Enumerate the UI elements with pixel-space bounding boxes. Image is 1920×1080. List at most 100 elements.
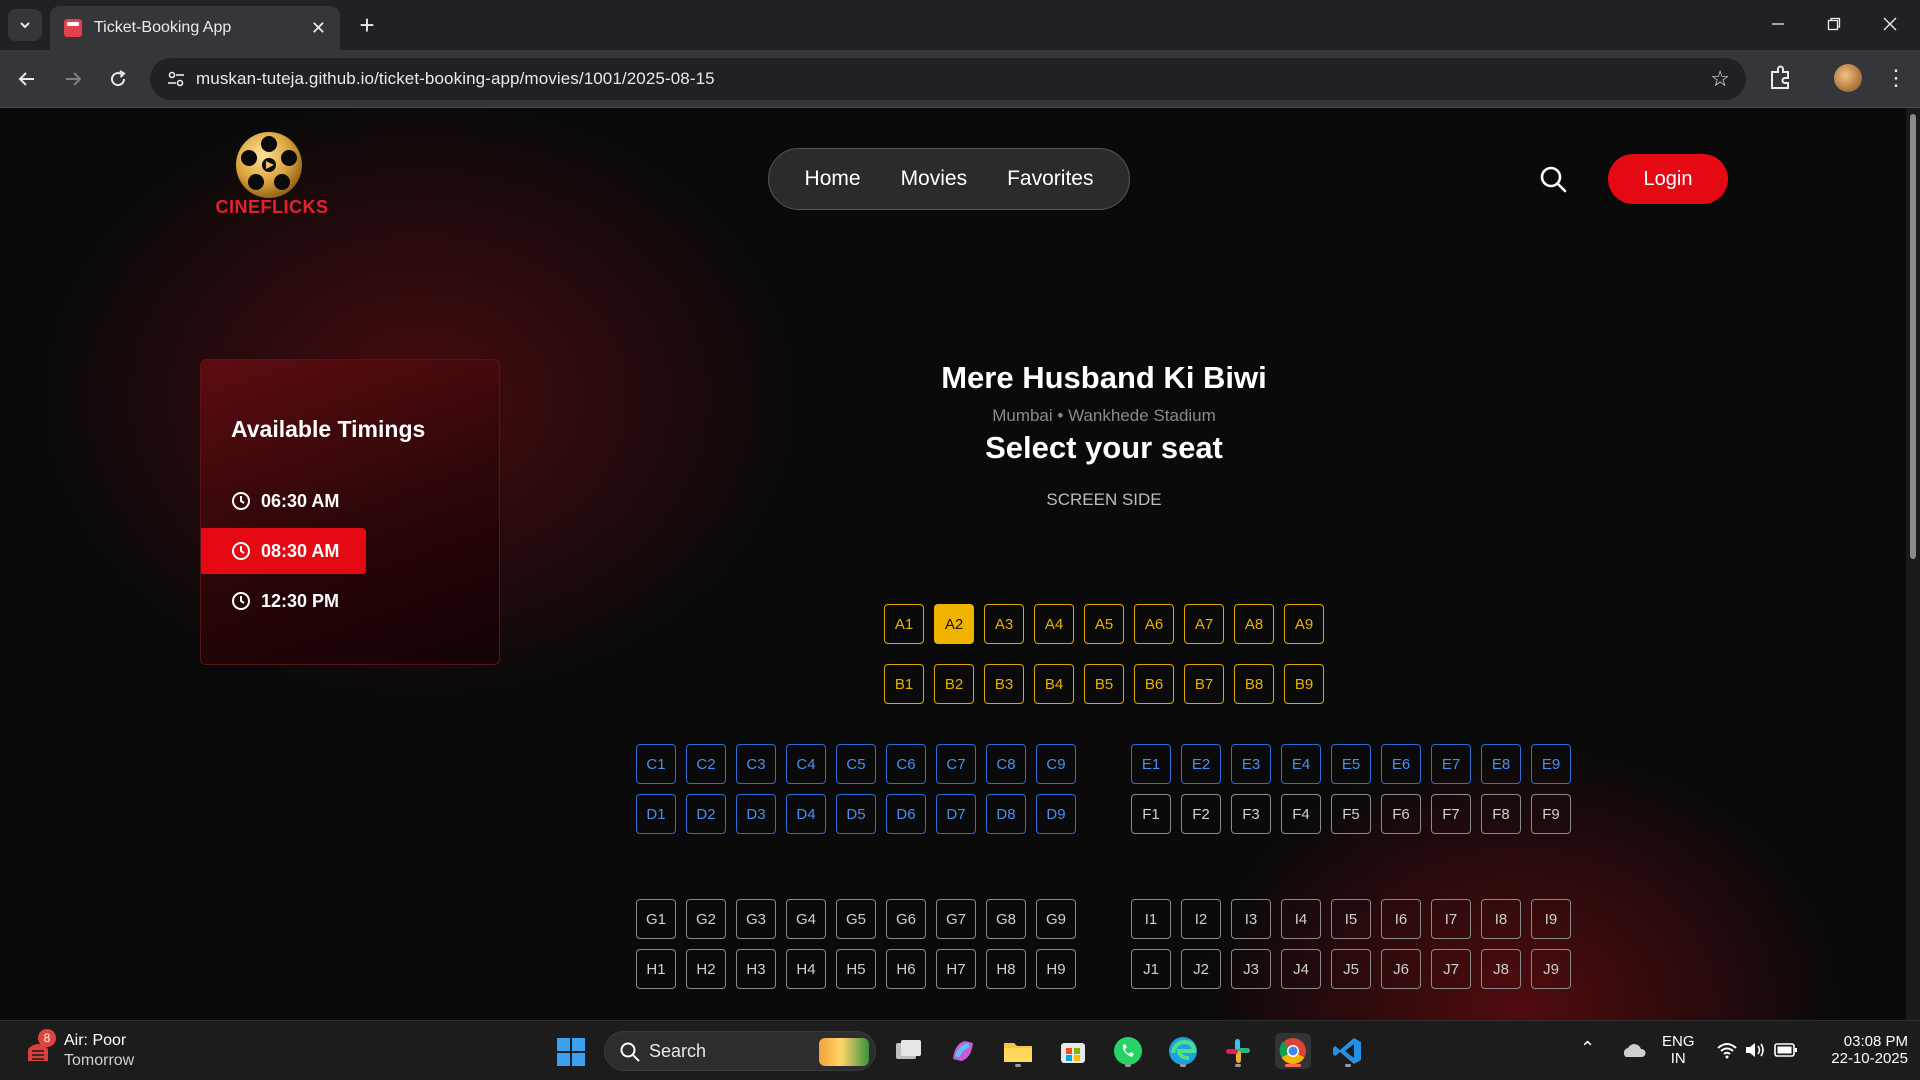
extensions-icon[interactable] xyxy=(1766,64,1794,92)
cineflicks-logo[interactable]: CINEFLICKS xyxy=(212,130,332,217)
seat[interactable]: H1 xyxy=(636,949,676,989)
seat-selected[interactable]: A2 xyxy=(934,604,974,644)
star-icon[interactable]: ☆ xyxy=(1710,66,1730,92)
seat[interactable]: D9 xyxy=(1036,794,1076,834)
seat[interactable]: C3 xyxy=(736,744,776,784)
file-explorer-button[interactable] xyxy=(1000,1033,1036,1069)
seat[interactable]: J6 xyxy=(1381,949,1421,989)
seat[interactable]: G4 xyxy=(786,899,826,939)
seat[interactable]: E2 xyxy=(1181,744,1221,784)
seat[interactable]: I7 xyxy=(1431,899,1471,939)
seat[interactable]: J9 xyxy=(1531,949,1571,989)
seat[interactable]: G7 xyxy=(936,899,976,939)
seat[interactable]: J1 xyxy=(1131,949,1171,989)
minimize-button[interactable] xyxy=(1750,8,1806,40)
slack-button[interactable] xyxy=(1220,1033,1256,1069)
seat[interactable]: A9 xyxy=(1284,604,1324,644)
seat[interactable]: A6 xyxy=(1134,604,1174,644)
seat[interactable]: H6 xyxy=(886,949,926,989)
volume-icon[interactable] xyxy=(1744,1041,1766,1059)
seat[interactable]: I9 xyxy=(1531,899,1571,939)
seat[interactable]: F6 xyxy=(1381,794,1421,834)
seat[interactable]: J7 xyxy=(1431,949,1471,989)
nav-favorites[interactable]: Favorites xyxy=(1007,167,1093,191)
weather-status[interactable]: Air: Poor xyxy=(64,1032,126,1050)
vscode-button[interactable] xyxy=(1330,1033,1366,1069)
seat[interactable]: D2 xyxy=(686,794,726,834)
seat[interactable]: B9 xyxy=(1284,664,1324,704)
seat[interactable]: B6 xyxy=(1134,664,1174,704)
seat[interactable]: F4 xyxy=(1281,794,1321,834)
seat[interactable]: I2 xyxy=(1181,899,1221,939)
seat[interactable]: G1 xyxy=(636,899,676,939)
seat[interactable]: E6 xyxy=(1381,744,1421,784)
seat[interactable]: F7 xyxy=(1431,794,1471,834)
seat[interactable]: J5 xyxy=(1331,949,1371,989)
seat[interactable]: G9 xyxy=(1036,899,1076,939)
seat[interactable]: I6 xyxy=(1381,899,1421,939)
seat[interactable]: H8 xyxy=(986,949,1026,989)
back-button[interactable] xyxy=(12,64,42,94)
edge-button[interactable] xyxy=(1165,1033,1201,1069)
seat[interactable]: I1 xyxy=(1131,899,1171,939)
seat[interactable]: F2 xyxy=(1181,794,1221,834)
seat[interactable]: G6 xyxy=(886,899,926,939)
seat[interactable]: F1 xyxy=(1131,794,1171,834)
seat[interactable]: C6 xyxy=(886,744,926,784)
close-icon[interactable]: ✕ xyxy=(311,18,326,39)
seat[interactable]: I5 xyxy=(1331,899,1371,939)
store-button[interactable] xyxy=(1055,1033,1091,1069)
task-view-button[interactable] xyxy=(890,1033,926,1069)
browser-tab[interactable]: Ticket-Booking App ✕ xyxy=(50,6,340,50)
seat[interactable]: H7 xyxy=(936,949,976,989)
seat[interactable]: B2 xyxy=(934,664,974,704)
seat[interactable]: A4 xyxy=(1034,604,1074,644)
menu-icon[interactable]: ⋮ xyxy=(1884,64,1908,92)
seat[interactable]: G3 xyxy=(736,899,776,939)
login-button[interactable]: Login xyxy=(1608,154,1728,204)
seat[interactable]: D8 xyxy=(986,794,1026,834)
windows-start-icon[interactable] xyxy=(556,1037,586,1067)
seat[interactable]: B7 xyxy=(1184,664,1224,704)
seat[interactable]: C4 xyxy=(786,744,826,784)
seat[interactable]: B1 xyxy=(884,664,924,704)
seat[interactable]: E8 xyxy=(1481,744,1521,784)
seat[interactable]: H2 xyxy=(686,949,726,989)
seat[interactable]: B8 xyxy=(1234,664,1274,704)
seat[interactable]: J4 xyxy=(1281,949,1321,989)
onedrive-icon[interactable] xyxy=(1620,1041,1646,1059)
tab-search-button[interactable] xyxy=(8,9,42,41)
window-close-button[interactable] xyxy=(1862,8,1918,40)
seat[interactable]: H4 xyxy=(786,949,826,989)
seat[interactable]: B3 xyxy=(984,664,1024,704)
seat[interactable]: F9 xyxy=(1531,794,1571,834)
seat[interactable]: F3 xyxy=(1231,794,1271,834)
seat[interactable]: H3 xyxy=(736,949,776,989)
seat[interactable]: D1 xyxy=(636,794,676,834)
seat[interactable]: A5 xyxy=(1084,604,1124,644)
profile-avatar[interactable] xyxy=(1834,64,1862,92)
seat[interactable]: A3 xyxy=(984,604,1024,644)
site-info-icon[interactable] xyxy=(166,69,186,89)
seat[interactable]: A7 xyxy=(1184,604,1224,644)
battery-icon[interactable] xyxy=(1774,1042,1798,1058)
seat[interactable]: E1 xyxy=(1131,744,1171,784)
page-scrollbar[interactable] xyxy=(1906,108,1920,1020)
seat[interactable]: G5 xyxy=(836,899,876,939)
nav-home[interactable]: Home xyxy=(805,167,861,191)
whatsapp-button[interactable] xyxy=(1110,1033,1146,1069)
seat[interactable]: D5 xyxy=(836,794,876,834)
seat[interactable]: A8 xyxy=(1234,604,1274,644)
url-text[interactable]: muskan-tuteja.github.io/ticket-booking-a… xyxy=(196,69,715,89)
address-bar[interactable]: muskan-tuteja.github.io/ticket-booking-a… xyxy=(150,58,1746,100)
seat[interactable]: D7 xyxy=(936,794,976,834)
seat[interactable]: I3 xyxy=(1231,899,1271,939)
wifi-icon[interactable] xyxy=(1716,1041,1738,1059)
seat[interactable]: H9 xyxy=(1036,949,1076,989)
copilot-button[interactable] xyxy=(945,1033,981,1069)
scrollbar-thumb[interactable] xyxy=(1910,114,1916,559)
seat[interactable]: G2 xyxy=(686,899,726,939)
seat[interactable]: C1 xyxy=(636,744,676,784)
seat[interactable]: E3 xyxy=(1231,744,1271,784)
seat[interactable]: E7 xyxy=(1431,744,1471,784)
